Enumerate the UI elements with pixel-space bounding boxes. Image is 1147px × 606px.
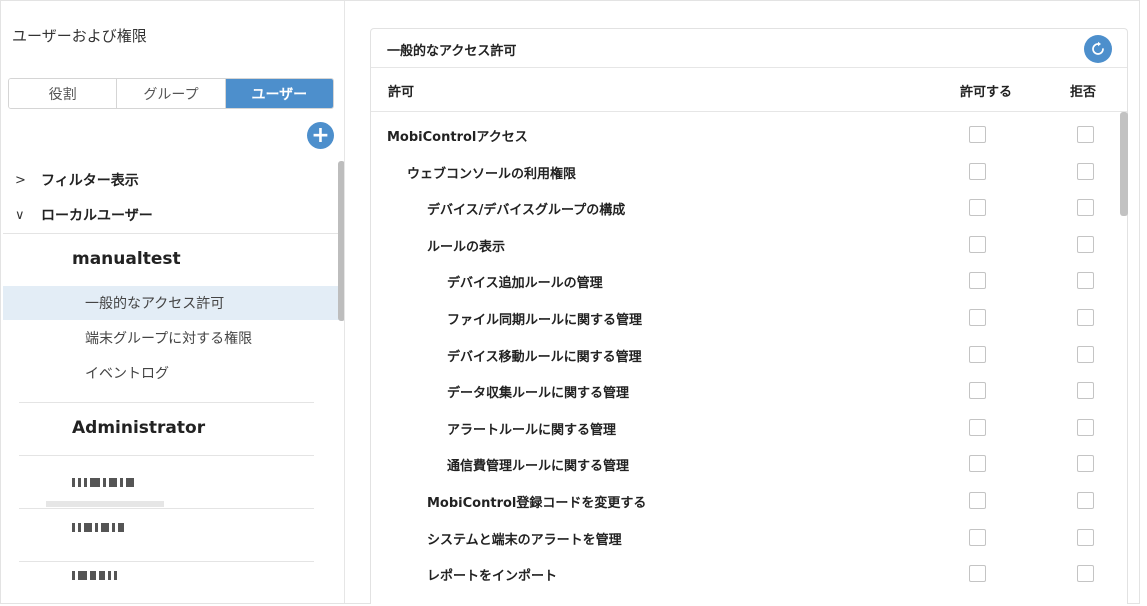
allow-checkbox[interactable] xyxy=(969,492,986,509)
divider xyxy=(19,561,314,562)
tab-groups[interactable]: グループ xyxy=(117,79,226,108)
deny-checkbox[interactable] xyxy=(1077,162,1094,180)
table-scrollbar[interactable] xyxy=(1120,112,1128,216)
local-users-toggle[interactable]: ∨ ローカルユーザー xyxy=(1,204,341,226)
permissions-card: 一般的なアクセス許可 許可 許可する 拒否 MobiControlアクセスウェブ… xyxy=(370,28,1128,604)
sidebar-scrollbar[interactable] xyxy=(338,161,344,321)
users-sidebar: ユーザーおよび権限 役割 グループ ユーザー + > フィルター表示 ∨ ローカ… xyxy=(1,1,345,603)
deny-checkbox[interactable] xyxy=(1077,126,1094,143)
deny-checkbox[interactable] xyxy=(1077,455,1094,473)
allow-checkbox[interactable] xyxy=(969,162,986,180)
table-row: データ収集ルールに関する管理 xyxy=(371,372,1116,409)
deny-checkbox[interactable] xyxy=(1077,199,1094,217)
filter-toggle[interactable]: > フィルター表示 xyxy=(1,169,341,191)
table-row: システムと端末のアラートを管理 xyxy=(371,519,1116,556)
sidebar-title: ユーザーおよび権限 xyxy=(12,27,147,45)
deny-checkbox[interactable] xyxy=(1077,528,1094,546)
permission-label: ウェブコンソールの利用権限 xyxy=(407,166,577,182)
table-row: デバイス移動ルールに関する管理 xyxy=(371,336,1116,373)
user-item-general-permissions[interactable]: 一般的なアクセス許可 xyxy=(3,286,341,320)
redacted-user-name[interactable] xyxy=(72,570,117,580)
permission-label: レポートをインポート xyxy=(427,569,558,585)
view-tabs: 役割 グループ ユーザー xyxy=(8,78,334,109)
permission-label: デバイス/デバイスグループの構成 xyxy=(427,203,626,219)
allow-checkbox[interactable] xyxy=(969,565,986,583)
divider xyxy=(19,402,314,403)
table-row: デバイス追加ルールの管理 xyxy=(371,262,1116,299)
deny-checkbox[interactable] xyxy=(1077,382,1094,400)
allow-checkbox[interactable] xyxy=(969,382,986,400)
allow-checkbox[interactable] xyxy=(969,126,986,143)
allow-checkbox[interactable] xyxy=(969,418,986,436)
allow-checkbox[interactable] xyxy=(969,455,986,473)
user-item-device-group-permissions[interactable]: 端末グループに対する権限 xyxy=(3,321,341,355)
redacted-user-name[interactable] xyxy=(72,477,134,487)
permission-label: アラートルールに関する管理 xyxy=(447,422,617,438)
column-header-deny: 拒否 xyxy=(1070,85,1097,100)
allow-checkbox[interactable] xyxy=(969,528,986,546)
deny-checkbox[interactable] xyxy=(1077,565,1094,583)
user-administrator[interactable]: Administrator xyxy=(72,418,205,438)
table-row: ウェブコンソールの利用権限 xyxy=(371,153,1116,190)
deny-checkbox[interactable] xyxy=(1077,345,1094,363)
divider xyxy=(19,455,314,456)
table-row: ファイル同期ルールに関する管理 xyxy=(371,299,1116,336)
tab-users[interactable]: ユーザー xyxy=(225,79,333,108)
allow-checkbox[interactable] xyxy=(969,199,986,217)
permission-label: ファイル同期ルールに関する管理 xyxy=(447,313,643,328)
add-user-button[interactable]: + xyxy=(307,122,334,149)
table-row: MobiControl登録コードを変更する xyxy=(371,482,1116,519)
table-row: アラートルールに関する管理 xyxy=(371,409,1116,446)
user-item-event-log[interactable]: イベントログ xyxy=(3,356,341,390)
chevron-right-icon: > xyxy=(15,172,26,188)
refresh-button[interactable] xyxy=(1084,35,1112,63)
allow-checkbox[interactable] xyxy=(969,235,986,253)
permission-label: デバイス追加ルールの管理 xyxy=(447,276,603,292)
table-row: デバイス/デバイスグループの構成 xyxy=(371,189,1116,226)
deny-checkbox[interactable] xyxy=(1077,418,1094,436)
column-header-permission: 許可 xyxy=(388,85,415,100)
permission-label: MobiControl登録コードを変更する xyxy=(427,496,647,511)
card-title: 一般的なアクセス許可 xyxy=(387,44,517,59)
table-row: レポートをインポート xyxy=(371,555,1116,592)
deny-checkbox[interactable] xyxy=(1077,309,1094,326)
divider xyxy=(3,233,341,234)
permission-label: 通信費管理ルールに関する管理 xyxy=(447,459,630,475)
plus-icon: + xyxy=(311,122,330,148)
table-header: 許可 許可する 拒否 xyxy=(371,69,1127,112)
allow-checkbox[interactable] xyxy=(969,272,986,290)
user-manualtest[interactable]: manualtest xyxy=(72,249,181,269)
permission-label: システムと端末のアラートを管理 xyxy=(427,532,622,548)
chevron-down-icon: ∨ xyxy=(15,207,25,223)
refresh-icon xyxy=(1092,41,1104,55)
permission-label: ルールの表示 xyxy=(427,239,506,255)
divider xyxy=(19,508,314,509)
card-header: 一般的なアクセス許可 xyxy=(371,29,1127,68)
column-header-allow: 許可する xyxy=(960,85,1013,100)
local-users-label: ローカルユーザー xyxy=(41,208,153,224)
redacted-bar xyxy=(46,501,164,507)
table-row: MobiControlアクセス xyxy=(371,116,1116,153)
permission-label: デバイス移動ルールに関する管理 xyxy=(447,349,642,365)
table-row: 通信費管理ルールに関する管理 xyxy=(371,445,1116,482)
tab-roles[interactable]: 役割 xyxy=(9,79,118,108)
redacted-user-name[interactable] xyxy=(72,522,124,532)
deny-checkbox[interactable] xyxy=(1077,492,1094,509)
allow-checkbox[interactable] xyxy=(969,309,986,326)
filter-label: フィルター表示 xyxy=(41,173,139,189)
deny-checkbox[interactable] xyxy=(1077,235,1094,253)
allow-checkbox[interactable] xyxy=(969,345,986,363)
table-row: ルールの表示 xyxy=(371,226,1116,263)
permission-label: データ収集ルールに関する管理 xyxy=(447,386,630,402)
permission-label: MobiControlアクセス xyxy=(387,130,528,145)
deny-checkbox[interactable] xyxy=(1077,272,1094,290)
